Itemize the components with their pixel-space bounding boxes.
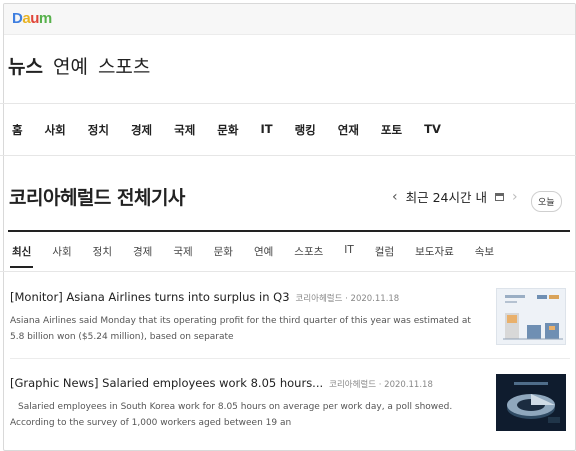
category-series[interactable]: 연재 [338, 122, 359, 138]
list-top-rule [8, 230, 570, 232]
prev-arrow-icon[interactable]: ‹ [392, 189, 398, 205]
article-summary-line: Salaried employees in South Korea work f… [18, 402, 453, 412]
category-home[interactable]: 홈 [12, 122, 23, 138]
category-it[interactable]: IT [260, 122, 272, 138]
infographic-thumbnail-image [503, 295, 563, 340]
article-item: [Graphic News] Salaried employees work 8… [10, 376, 480, 431]
article-summary-line: Asiana Airlines said Monday that its ope… [10, 316, 471, 326]
category-world[interactable]: 국제 [174, 122, 195, 138]
sub-category-tabs: 최신 사회 정치 경제 국제 문화 연예 스포츠 IT 컬럼 보도자료 속보 [9, 244, 515, 268]
category-society[interactable]: 사회 [45, 122, 66, 138]
calendar-icon[interactable] [494, 192, 504, 201]
subtab-entertainment[interactable]: 연예 [254, 244, 273, 259]
category-politics[interactable]: 정치 [88, 122, 109, 138]
divider [0, 103, 576, 104]
article-headline-row: [Graphic News] Salaried employees work 8… [10, 376, 480, 390]
subtab-it[interactable]: IT [344, 244, 354, 259]
subtab-economy[interactable]: 경제 [133, 244, 152, 259]
category-nav: 홈 사회 정치 경제 국제 문화 IT 랭킹 연재 포토 TV [12, 122, 463, 138]
subtab-column[interactable]: 컬럼 [375, 244, 394, 259]
section-entertainment[interactable]: 연예 [53, 52, 88, 79]
article-source: 코리아헤럴드 · 2020.11.18 [295, 294, 400, 304]
date-range-label: 최근 24시간 내 [405, 190, 487, 205]
page-title: 코리아헤럴드 전체기사 [9, 187, 185, 209]
article-summary[interactable]: Salaried employees in South Korea work f… [10, 399, 480, 431]
category-ranking[interactable]: 랭킹 [295, 122, 316, 138]
divider [0, 155, 576, 156]
date-navigator: ‹ 최근 24시간 내 › [392, 187, 518, 206]
section-sports[interactable]: 스포츠 [98, 52, 150, 79]
subtab-politics[interactable]: 정치 [93, 244, 112, 259]
divider [10, 358, 570, 359]
top-bar: Daum [4, 4, 575, 35]
category-photo[interactable]: 포토 [381, 122, 402, 138]
subtab-breaking[interactable]: 속보 [475, 244, 494, 259]
subtab-latest[interactable]: 최신 [9, 244, 34, 268]
article-thumbnail[interactable] [496, 374, 566, 431]
article-title[interactable]: [Graphic News] Salaried employees work 8… [10, 376, 323, 390]
divider [0, 271, 576, 272]
article-item: [Monitor] Asiana Airlines turns into sur… [10, 290, 480, 345]
next-arrow-icon[interactable]: › [512, 189, 518, 205]
article-source: 코리아헤럴드 · 2020.11.18 [329, 380, 433, 390]
section-tabs: 뉴스 연예 스포츠 [8, 52, 150, 79]
subtab-press-release[interactable]: 보도자료 [415, 244, 454, 259]
section-news[interactable]: 뉴스 [8, 52, 43, 79]
article-headline-row: [Monitor] Asiana Airlines turns into sur… [10, 290, 480, 304]
graphic-news-thumbnail-image [496, 374, 566, 431]
subtab-world[interactable]: 국제 [173, 244, 192, 259]
article-summary-line: 5.8 billion won ($5.24 million), based o… [10, 332, 234, 342]
article-thumbnail[interactable] [496, 288, 566, 345]
daum-logo[interactable]: Daum [12, 10, 52, 27]
article-title[interactable]: [Monitor] Asiana Airlines turns into sur… [10, 290, 290, 304]
subtab-society[interactable]: 사회 [52, 244, 71, 259]
category-culture[interactable]: 문화 [217, 122, 238, 138]
article-summary[interactable]: Asiana Airlines said Monday that its ope… [10, 313, 480, 345]
subtab-culture[interactable]: 문화 [214, 244, 233, 259]
category-tv[interactable]: TV [424, 122, 441, 138]
subtab-sports[interactable]: 스포츠 [294, 244, 323, 259]
category-economy[interactable]: 경제 [131, 122, 152, 138]
today-button[interactable]: 오늘 [531, 191, 562, 212]
article-summary-line: According to the survey of 1,000 workers… [10, 418, 292, 428]
